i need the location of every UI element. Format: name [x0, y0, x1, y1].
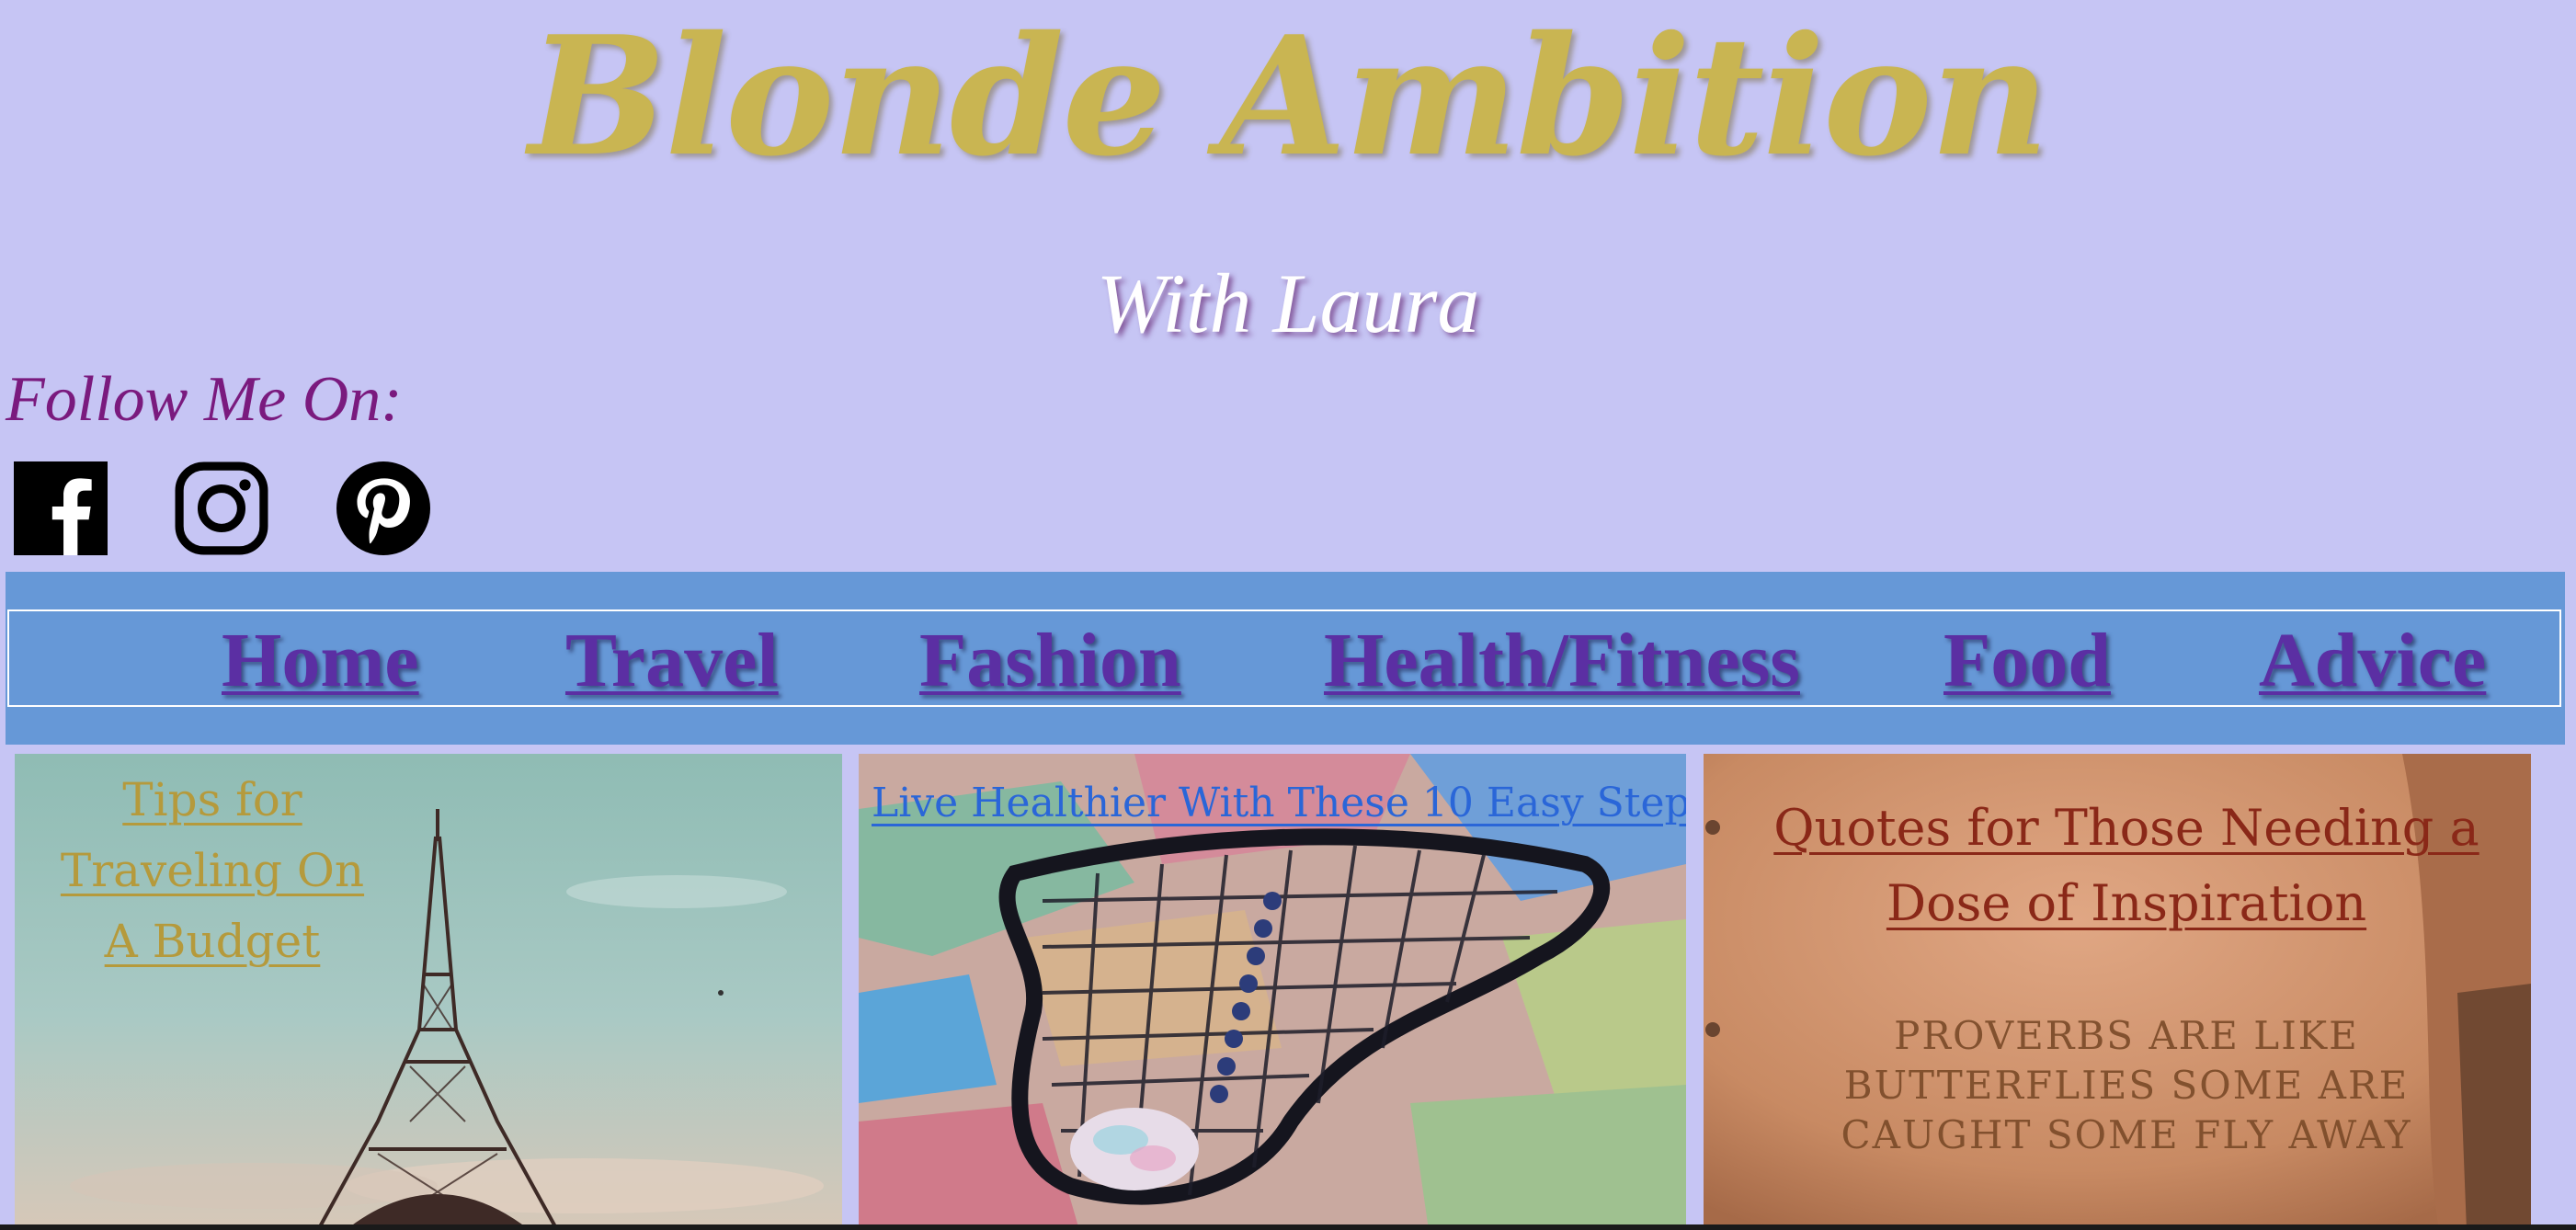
card-title[interactable]: Live Healthier With These 10 Easy Steps: [872, 776, 1686, 831]
instagram-icon[interactable]: [175, 461, 268, 555]
facebook-icon[interactable]: [14, 461, 108, 555]
proverb-text: PROVERBS ARE LIKE BUTTERFLIES SOME ARE C…: [1841, 1013, 2412, 1157]
nav-travel-link[interactable]: Travel: [565, 621, 779, 701]
card-title[interactable]: Quotes for Those Needing a Dose of Inspi…: [1759, 791, 2494, 941]
card-title[interactable]: Tips for Traveling On A Budget: [42, 765, 382, 977]
post-card-healthier[interactable]: Live Healthier With These 10 Easy Steps: [859, 754, 1686, 1230]
post-card-travel-budget[interactable]: Tips for Traveling On A Budget: [15, 754, 842, 1230]
nav-food-link[interactable]: Food: [1943, 621, 2111, 701]
site-subtitle: With Laura: [1096, 256, 1480, 350]
nav-advice-link[interactable]: Advice: [2259, 621, 2486, 701]
nav-health-fitness-link[interactable]: Health/Fitness: [1324, 621, 1800, 701]
bottom-edge: [0, 1224, 2576, 1230]
main-nav: Home Travel Fashion Health/Fitness Food …: [6, 572, 2565, 745]
site-title: Blonde Ambition: [528, 0, 2049, 192]
follow-label: Follow Me On:: [6, 364, 403, 435]
post-card-inspiration[interactable]: Quotes for Those Needing a Dose of Inspi…: [1704, 754, 2531, 1230]
pinterest-icon[interactable]: [336, 461, 430, 555]
nav-fashion-link[interactable]: Fashion: [919, 621, 1181, 701]
nav-frame: Home Travel Fashion Health/Fitness Food …: [7, 609, 2561, 707]
nav-home-link[interactable]: Home: [222, 621, 419, 701]
